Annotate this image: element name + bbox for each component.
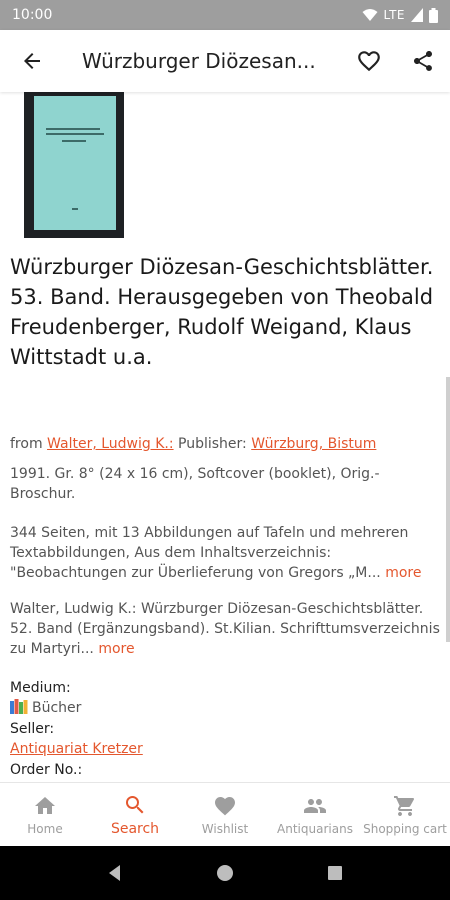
- medium-value-row: Bücher: [10, 698, 442, 718]
- scrollbar[interactable]: [446, 377, 450, 642]
- heart-icon: [215, 796, 235, 815]
- cart-icon: [394, 795, 415, 816]
- seller-link[interactable]: Antiquariat Kretzer: [10, 741, 143, 757]
- author-link[interactable]: Walter, Ludwig K.:: [47, 436, 174, 452]
- nav-home[interactable]: Home: [0, 783, 90, 846]
- nav-home-label: Home: [27, 821, 63, 836]
- book-cover-face: [34, 96, 116, 230]
- share-icon: [414, 51, 432, 71]
- search-icon: [126, 795, 144, 813]
- detail-content[interactable]: Würzburger Diözesan-Geschichtsblätter. 5…: [0, 92, 450, 782]
- wishlist-button[interactable]: [342, 30, 396, 92]
- status-icons: LTE: [362, 7, 438, 23]
- seller-row: Antiquariat Kretzer: [10, 739, 442, 759]
- nav-wishlist[interactable]: Wishlist: [180, 783, 270, 846]
- screen: 10:00 LTE Würzburger Diözesan... Würzbur…: [0, 0, 450, 900]
- system-back-icon[interactable]: [105, 863, 125, 883]
- book-cover-image[interactable]: [24, 92, 124, 238]
- share-button[interactable]: [396, 30, 450, 92]
- books-icon: [10, 699, 28, 714]
- signal-icon: [411, 8, 423, 22]
- nav-antiquarians[interactable]: Antiquarians: [270, 783, 360, 846]
- app-bar: Würzburger Diözesan...: [0, 30, 450, 92]
- wifi-icon: [362, 9, 378, 21]
- bottom-navigation: Home Search Wishlist Antiquarians Shoppi…: [0, 782, 450, 846]
- home-icon: [35, 796, 55, 814]
- nav-wishlist-label: Wishlist: [201, 821, 249, 836]
- edition-info: 1991. Gr. 8° (24 x 16 cm), Softcover (bo…: [10, 466, 380, 502]
- seller-label: Seller:: [10, 721, 55, 737]
- people-icon: [304, 798, 326, 813]
- battery-icon: [429, 7, 438, 23]
- order-number-label: Order No.:: [10, 762, 83, 778]
- nav-shopping-cart-label: Shopping cart: [363, 821, 447, 836]
- heart-outline-icon: [358, 51, 380, 72]
- back-button[interactable]: [0, 30, 64, 92]
- status-bar: 10:00 LTE: [0, 0, 450, 30]
- nav-shopping-cart[interactable]: Shopping cart: [360, 783, 450, 846]
- note-text: Walter, Ludwig K.: Würzburger Diözesan-G…: [10, 601, 440, 657]
- nav-search-label: Search: [110, 820, 160, 837]
- note: Walter, Ludwig K.: Würzburger Diözesan-G…: [10, 599, 442, 659]
- description: 344 Seiten, mit 13 Abbildungen auf Tafel…: [10, 523, 442, 583]
- description-text: 344 Seiten, mit 13 Abbildungen auf Tafel…: [10, 525, 409, 581]
- from-label: from: [10, 436, 43, 452]
- description-more-link[interactable]: more: [385, 565, 421, 581]
- arrow-back-icon: [24, 53, 40, 69]
- nav-search[interactable]: Search: [90, 783, 180, 846]
- book-title: Würzburger Diözesan-Geschichtsblätter. 5…: [10, 255, 434, 369]
- network-type: LTE: [383, 8, 405, 22]
- app-bar-title: Würzburger Diözesan...: [82, 49, 316, 73]
- medium-value: Bücher: [32, 700, 82, 716]
- author-publisher-line: from Walter, Ludwig K.: Publisher: Würzb…: [10, 434, 442, 454]
- publisher-label: Publisher:: [178, 436, 247, 452]
- nav-antiquarians-label: Antiquarians: [277, 821, 353, 836]
- system-navigation-bar: [0, 846, 450, 900]
- note-more-link[interactable]: more: [98, 641, 134, 657]
- status-time: 10:00: [12, 7, 53, 23]
- system-recents-icon[interactable]: [325, 863, 345, 883]
- system-home-icon[interactable]: [215, 863, 235, 883]
- publisher-link[interactable]: Würzburg, Bistum: [251, 436, 376, 452]
- medium-label: Medium:: [10, 680, 71, 696]
